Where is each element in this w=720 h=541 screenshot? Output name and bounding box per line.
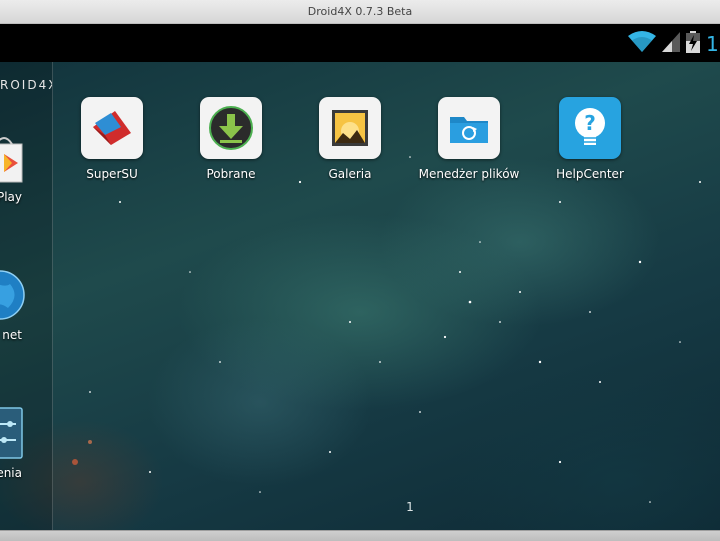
- window-title-bar[interactable]: Droid4X 0.7.3 Beta: [0, 0, 720, 24]
- home-screen[interactable]: ROID4X Play net: [0, 62, 720, 530]
- internet-globe-icon: [0, 270, 25, 320]
- app-supersu[interactable]: SuperSU: [55, 97, 165, 187]
- app-downloads[interactable]: Pobrane: [174, 97, 284, 187]
- gallery-icon: [319, 97, 381, 159]
- svg-text:?: ?: [584, 111, 596, 135]
- app-label: HelpCenter: [556, 167, 624, 181]
- file-manager-icon: [438, 97, 500, 159]
- droid4x-logo: ROID4X: [0, 78, 52, 92]
- battery-icon: [686, 31, 700, 57]
- app-file-manager[interactable]: Menedżer plików: [412, 97, 522, 187]
- app-label: Pobrane: [206, 167, 256, 181]
- window-bottom-edge: [0, 530, 720, 541]
- settings-icon: [0, 407, 23, 459]
- app-gallery[interactable]: Galeria: [293, 97, 403, 187]
- side-dock: ROID4X Play net: [0, 62, 53, 530]
- supersu-icon: [81, 97, 143, 159]
- dock-item-label: enia: [0, 466, 22, 480]
- app-help-center[interactable]: ? HelpCenter: [533, 97, 643, 187]
- app-label: Menedżer plików: [418, 167, 520, 181]
- app-label: Galeria: [328, 167, 372, 181]
- app-label: SuperSU: [86, 167, 138, 181]
- dock-item-play-store[interactable]: Play: [0, 124, 52, 204]
- window-title: Droid4X 0.7.3 Beta: [307, 5, 413, 18]
- wifi-icon: [628, 31, 656, 57]
- dock-item-label: Play: [0, 190, 22, 204]
- help-center-icon: ?: [559, 97, 621, 159]
- page-indicator: 1: [406, 500, 414, 514]
- dock-item-label: net: [2, 328, 22, 342]
- clock-text: 1(: [706, 32, 720, 56]
- play-store-icon: [0, 137, 23, 183]
- dock-item-internet[interactable]: net: [0, 262, 52, 342]
- dock-item-settings[interactable]: enia: [0, 400, 52, 480]
- android-status-bar: 1(: [0, 24, 720, 62]
- download-icon: [200, 97, 262, 159]
- signal-icon: [662, 32, 680, 56]
